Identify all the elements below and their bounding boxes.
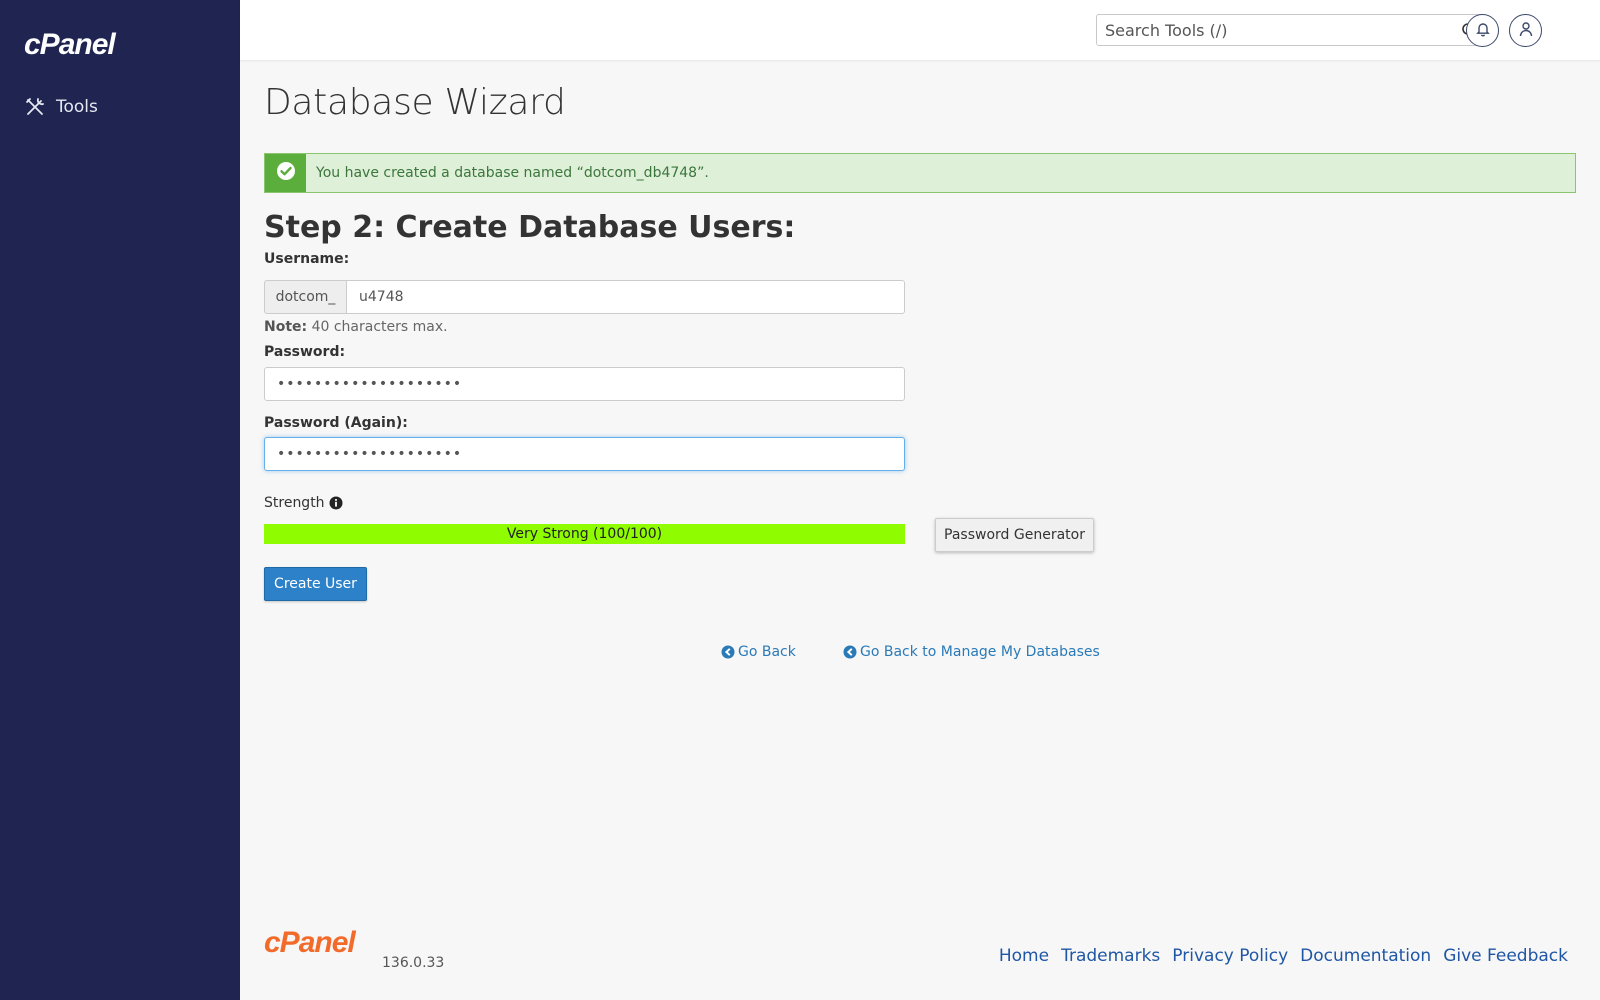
footer-version: 136.0.33 [382, 955, 445, 971]
footer-links: Home Trademarks Privacy Policy Documenta… [999, 946, 1568, 966]
username-label: Username: [264, 251, 350, 267]
alert-message: You have created a database named “dotco… [316, 165, 709, 181]
footer-cpanel-logo[interactable]: cPanel [264, 926, 356, 960]
check-circle-icon [276, 161, 296, 185]
username-input[interactable] [346, 280, 905, 314]
user-icon [1519, 21, 1533, 41]
go-back-link[interactable]: Go Back [721, 644, 796, 660]
strength-label: Strength [264, 495, 343, 511]
username-note: Note: 40 characters max. [264, 319, 448, 335]
password-again-label: Password (Again): [264, 415, 408, 431]
footer-link-privacy-policy[interactable]: Privacy Policy [1172, 946, 1288, 966]
arrow-left-circle-icon [843, 645, 857, 659]
password-generator-button[interactable]: Password Generator [935, 518, 1094, 552]
sidebar-item-tools[interactable]: Tools [24, 92, 224, 122]
footer-link-give-feedback[interactable]: Give Feedback [1443, 946, 1568, 966]
sidebar-item-label: Tools [56, 97, 98, 117]
bell-icon [1475, 21, 1490, 41]
page-title: Database Wizard [264, 82, 566, 123]
password-label: Password: [264, 344, 346, 360]
top-header [240, 0, 1600, 60]
footer-link-home[interactable]: Home [999, 946, 1049, 966]
password-input[interactable] [264, 367, 905, 401]
step-title: Step 2: Create Database Users: [264, 210, 796, 245]
footer-link-documentation[interactable]: Documentation [1300, 946, 1431, 966]
user-menu-button[interactable] [1509, 14, 1542, 47]
footer-link-trademarks[interactable]: Trademarks [1061, 946, 1160, 966]
strength-text: Very Strong (100/100) [506, 526, 663, 542]
username-group: dotcom_ [264, 280, 905, 314]
create-user-button[interactable]: Create User [264, 567, 367, 601]
search-box [1096, 14, 1484, 46]
info-icon[interactable] [329, 496, 343, 510]
arrow-left-circle-icon [721, 645, 735, 659]
tools-icon [24, 96, 46, 118]
cpanel-logo[interactable]: cPanel [24, 28, 116, 62]
sidebar: cPanel Tools [0, 0, 240, 1000]
username-prefix: dotcom_ [264, 280, 346, 314]
search-input[interactable] [1097, 16, 1455, 44]
notifications-button[interactable] [1466, 14, 1499, 47]
success-alert: You have created a database named “dotco… [264, 153, 1576, 193]
password-again-input[interactable] [264, 437, 905, 471]
go-back-manage-databases-link[interactable]: Go Back to Manage My Databases [843, 644, 1100, 660]
password-strength-meter: Very Strong (100/100) [264, 524, 905, 544]
